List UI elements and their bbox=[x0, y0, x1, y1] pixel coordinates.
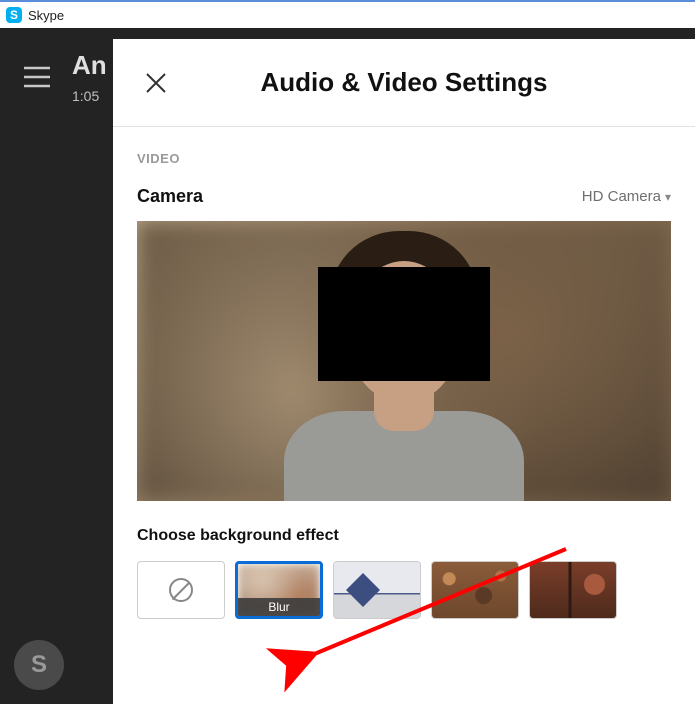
none-icon bbox=[169, 578, 193, 602]
effect-section-label: Choose background effect bbox=[137, 527, 671, 545]
camera-label: Camera bbox=[137, 186, 203, 207]
app-body: An 1:05 S Audio & Video Settings VIDEO C… bbox=[0, 28, 695, 704]
camera-preview bbox=[137, 221, 671, 501]
hamburger-icon[interactable] bbox=[24, 64, 50, 95]
effect-blur[interactable]: Blur bbox=[235, 561, 323, 619]
effect-room-2[interactable] bbox=[431, 561, 519, 619]
camera-selected-value: HD Camera bbox=[582, 188, 661, 205]
effect-room-1[interactable] bbox=[333, 561, 421, 619]
contact-name: An bbox=[72, 50, 107, 81]
effect-blur-caption: Blur bbox=[238, 598, 320, 616]
window-title: Skype bbox=[28, 8, 64, 23]
camera-row: Camera HD Camera ▾ bbox=[137, 186, 671, 207]
close-button[interactable] bbox=[143, 70, 169, 96]
effects-row: Blur bbox=[137, 561, 671, 619]
effect-none[interactable] bbox=[137, 561, 225, 619]
call-duration: 1:05 bbox=[72, 88, 99, 104]
panel-header: Audio & Video Settings bbox=[113, 39, 695, 127]
section-label-video: VIDEO bbox=[137, 151, 671, 166]
effect-room-3[interactable] bbox=[529, 561, 617, 619]
window-titlebar: S Skype bbox=[0, 0, 695, 28]
settings-panel: Audio & Video Settings VIDEO Camera HD C… bbox=[113, 39, 695, 704]
panel-title: Audio & Video Settings bbox=[261, 67, 548, 98]
redaction-box bbox=[318, 267, 490, 381]
camera-selector[interactable]: HD Camera ▾ bbox=[582, 188, 671, 205]
panel-content: VIDEO Camera HD Camera ▾ Choose bac bbox=[113, 127, 695, 619]
chevron-down-icon: ▾ bbox=[665, 190, 671, 204]
skype-logo-icon: S bbox=[6, 7, 22, 23]
skype-avatar-icon: S bbox=[14, 640, 64, 690]
